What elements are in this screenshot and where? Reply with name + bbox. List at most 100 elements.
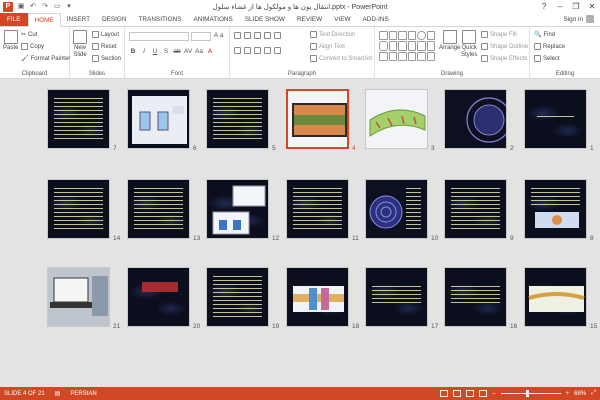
slide-thumbnail[interactable]: 2 xyxy=(444,89,514,152)
justify-icon[interactable] xyxy=(264,47,271,54)
tab-animations[interactable]: ANIMATIONS xyxy=(188,13,239,26)
change-case-button[interactable]: Aa xyxy=(195,48,203,55)
shape-pentagon-icon[interactable] xyxy=(388,51,397,61)
columns-icon[interactable] xyxy=(274,47,281,54)
align-right-icon[interactable] xyxy=(254,47,261,54)
numbering-icon[interactable] xyxy=(244,32,251,39)
align-left-icon[interactable] xyxy=(234,47,241,54)
shape-bracket-icon[interactable] xyxy=(417,51,426,61)
slide-thumbnail[interactable]: 13 xyxy=(127,179,200,242)
slide-thumbnail[interactable]: 1 xyxy=(524,89,594,152)
zoom-slider[interactable] xyxy=(500,390,561,397)
slide-thumbnail[interactable]: 6 xyxy=(127,89,197,152)
convert-smartart-button[interactable]: Convert to SmartArt xyxy=(310,55,372,62)
copy-button[interactable]: Copy xyxy=(21,43,44,50)
redo-icon[interactable]: ↷ xyxy=(41,3,49,11)
layout-button[interactable]: Layout xyxy=(92,31,119,38)
shape-star-icon[interactable] xyxy=(407,41,416,51)
tab-add-ins[interactable]: ADD-INS xyxy=(357,13,395,26)
tab-view[interactable]: VIEW xyxy=(328,13,356,26)
shape-heart-icon[interactable] xyxy=(407,51,416,61)
shape-brace-icon[interactable] xyxy=(417,41,426,51)
align-text-button[interactable]: Align Text xyxy=(310,43,345,50)
slide-thumbnail[interactable]: 12 xyxy=(206,179,279,242)
sign-in[interactable]: Sign in xyxy=(563,15,594,23)
slide-thumbnail[interactable]: 9 xyxy=(444,179,514,242)
italic-button[interactable]: I xyxy=(140,48,148,55)
decrease-indent-icon[interactable] xyxy=(254,32,261,39)
slide-thumbnail[interactable]: 16 xyxy=(444,267,517,330)
shape-curve-icon[interactable] xyxy=(379,51,388,61)
slide-thumbnail-selected[interactable]: 4 xyxy=(286,89,356,152)
shadow-button[interactable]: S xyxy=(162,48,170,55)
slide-thumbnail[interactable]: 17 xyxy=(365,267,438,330)
fit-to-window-icon[interactable]: ⤢ xyxy=(591,390,596,397)
tab-slide-show[interactable]: SLIDE SHOW xyxy=(239,13,291,26)
cut-button[interactable]: ✂ Cut xyxy=(21,31,37,39)
arrange-button[interactable]: Arrange xyxy=(439,30,460,51)
shape-rectangle-icon[interactable] xyxy=(407,31,416,41)
undo-icon[interactable]: ↶ xyxy=(29,3,37,11)
shape-arrow-down-icon[interactable] xyxy=(398,41,407,51)
slide-sorter-view-icon[interactable] xyxy=(453,390,462,397)
shape-callout-icon[interactable] xyxy=(426,41,435,51)
align-center-icon[interactable] xyxy=(244,47,251,54)
shape-hexagon-icon[interactable] xyxy=(398,51,407,61)
tab-transitions[interactable]: TRANSITIONS xyxy=(133,13,188,26)
new-slide-button[interactable]: New Slide xyxy=(73,30,87,58)
minimize-button[interactable]: – xyxy=(552,0,568,13)
underline-button[interactable]: U xyxy=(151,48,159,55)
slide-thumbnail[interactable]: 20 xyxy=(127,267,200,330)
shapes-gallery[interactable] xyxy=(379,31,435,61)
slide-thumbnail[interactable]: 8 xyxy=(524,179,594,242)
shape-arrow-icon[interactable] xyxy=(398,31,407,41)
start-slideshow-icon[interactable]: ▭ xyxy=(53,3,61,11)
slide-thumbnail[interactable]: 21 xyxy=(47,267,120,330)
paste-button[interactable]: Paste xyxy=(3,30,18,51)
reading-view-icon[interactable] xyxy=(466,390,475,397)
slide-thumbnail[interactable]: 3 xyxy=(365,89,435,152)
shape-triangle-icon[interactable] xyxy=(426,31,435,41)
slide-thumbnail[interactable]: 14 xyxy=(47,179,120,242)
slide-thumbnail[interactable]: 19 xyxy=(206,267,279,330)
slide-thumbnail[interactable]: 15 xyxy=(524,267,597,330)
text-direction-button[interactable]: Text Direction xyxy=(310,31,355,38)
tab-home[interactable]: HOME xyxy=(27,13,61,27)
shape-effects-button[interactable]: Shape Effects xyxy=(481,55,527,62)
slideshow-view-icon[interactable] xyxy=(479,390,488,397)
spellcheck-icon[interactable]: ▤ xyxy=(55,390,61,397)
replace-button[interactable]: Replace xyxy=(534,43,565,50)
shape-oval-icon[interactable] xyxy=(417,31,426,41)
shape-line-icon[interactable] xyxy=(388,31,397,41)
customize-toolbar-icon[interactable]: ▾ xyxy=(65,3,73,11)
tab-file[interactable]: FILE xyxy=(0,13,28,26)
help-button[interactable]: ? xyxy=(536,0,552,13)
char-spacing-button[interactable]: AV xyxy=(184,48,192,55)
shape-outline-button[interactable]: Shape Outline xyxy=(481,43,528,50)
quick-styles-button[interactable]: Quick Styles xyxy=(461,30,477,58)
increase-indent-icon[interactable] xyxy=(264,32,271,39)
line-spacing-icon[interactable] xyxy=(274,32,281,39)
reset-button[interactable]: Reset xyxy=(92,43,117,50)
select-button[interactable]: Select xyxy=(534,55,560,62)
slide-thumbnail[interactable]: 11 xyxy=(286,179,359,242)
font-color-button[interactable]: A xyxy=(206,48,214,55)
save-icon[interactable]: ▣ xyxy=(17,3,25,11)
font-name-combo[interactable] xyxy=(129,32,189,41)
section-button[interactable]: Section xyxy=(92,55,121,62)
strikethrough-button[interactable]: ab xyxy=(173,48,181,55)
normal-view-icon[interactable] xyxy=(440,390,449,397)
tab-insert[interactable]: INSERT xyxy=(61,13,96,26)
close-button[interactable]: ✕ xyxy=(584,0,600,13)
shape-arrow-right-icon[interactable] xyxy=(388,41,397,51)
shape-textbox-icon[interactable] xyxy=(379,31,388,41)
restore-button[interactable]: ❐ xyxy=(568,0,584,13)
zoom-level[interactable]: 68% xyxy=(574,391,586,397)
tab-review[interactable]: REVIEW xyxy=(291,13,328,26)
font-size-combo[interactable] xyxy=(191,32,211,41)
tab-design[interactable]: DESIGN xyxy=(96,13,133,26)
shape-fill-button[interactable]: Shape Fill xyxy=(481,31,517,38)
slide-thumbnail[interactable]: 18 xyxy=(286,267,359,330)
find-button[interactable]: 🔍 Find xyxy=(534,31,555,39)
bold-button[interactable]: B xyxy=(129,48,137,55)
